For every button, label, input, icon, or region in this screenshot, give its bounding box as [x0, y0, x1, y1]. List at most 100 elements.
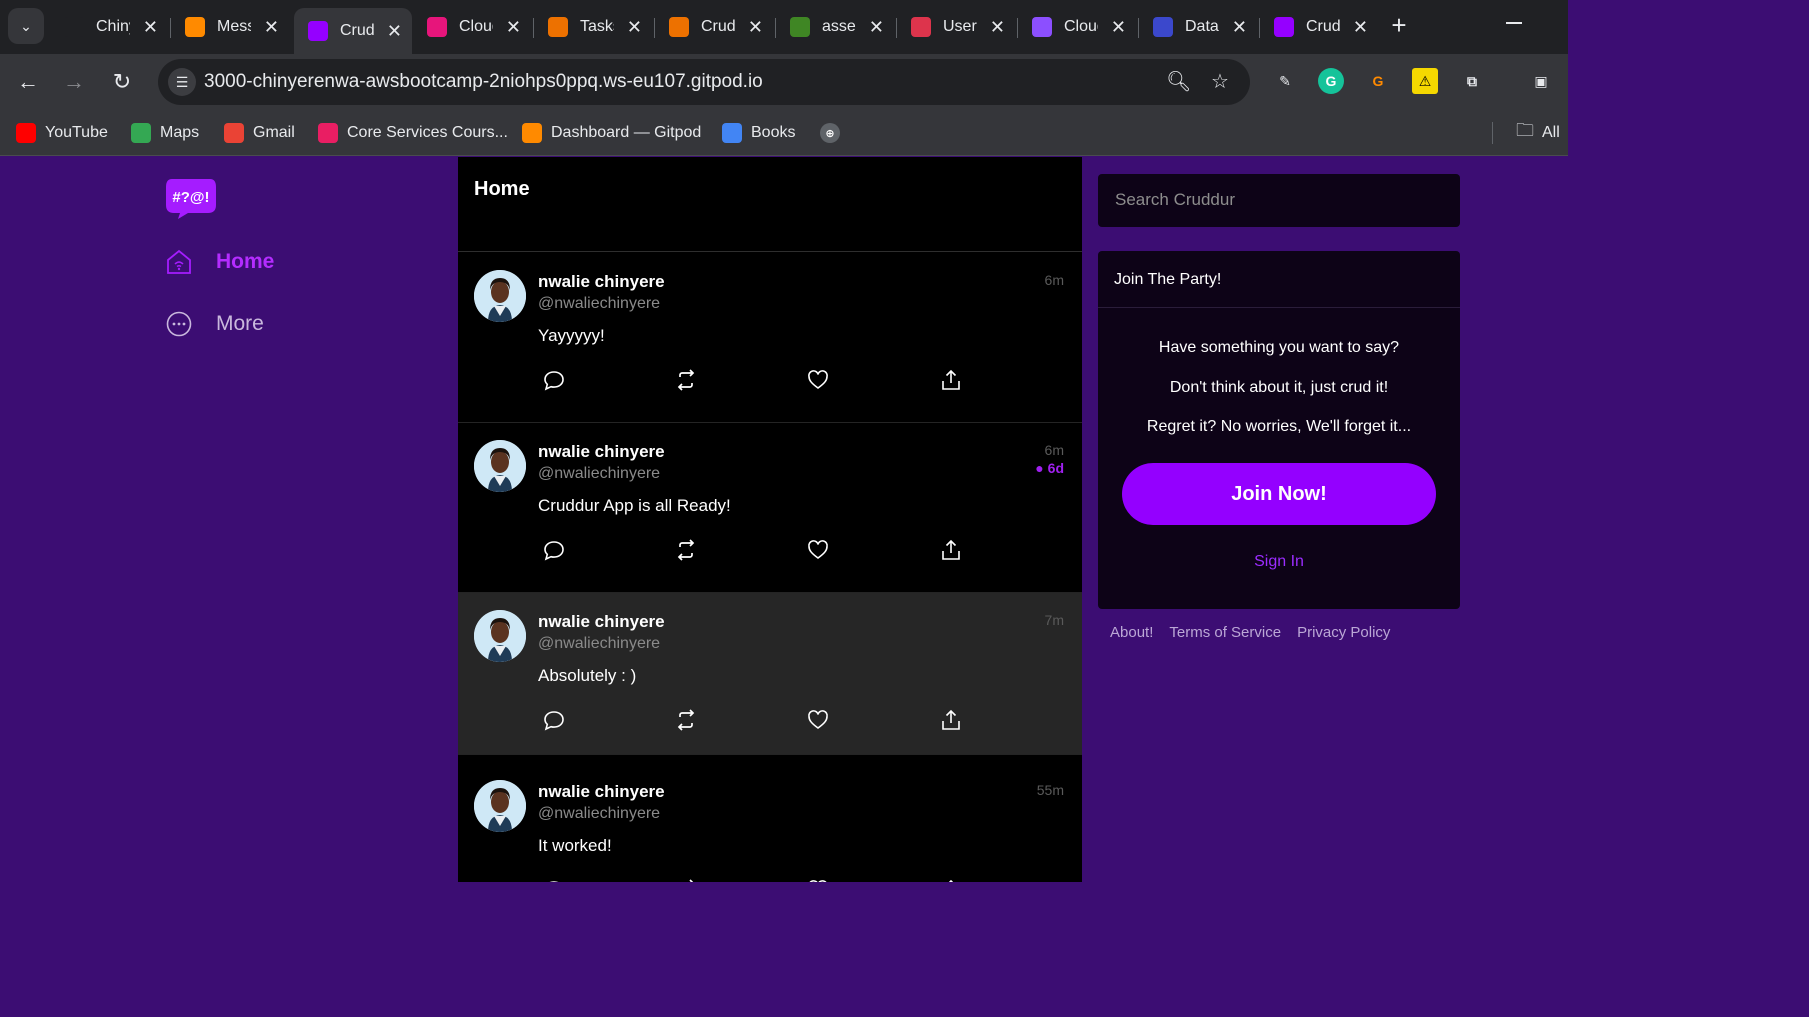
join-line-2: Don't think about it, just crud it! — [1169, 379, 1389, 396]
browser-tab[interactable]: Chinyere ✕ — [50, 8, 168, 46]
about-link[interactable]: About! — [1110, 624, 1153, 641]
gitpod-icon — [522, 123, 542, 143]
privacy-link[interactable]: Privacy Policy — [1297, 624, 1390, 641]
browser-tab[interactable]: Cruddur ✕ — [294, 8, 412, 54]
side-panel-icon[interactable]: ▣ — [1528, 68, 1554, 94]
tab-search-button[interactable]: ⌄ — [8, 8, 44, 44]
close-icon[interactable]: ✕ — [143, 17, 158, 38]
cruddur-logo[interactable]: #?@! — [166, 177, 216, 219]
minimize-button[interactable] — [1506, 22, 1522, 24]
reply-icon[interactable] — [543, 709, 565, 731]
bookmark-item[interactable]: Dashboard — Gitpod — [522, 120, 701, 146]
avatar[interactable] — [474, 440, 526, 492]
nav-more[interactable]: More — [166, 311, 264, 337]
user-handle[interactable]: @nwaliechinyere — [538, 465, 660, 483]
join-now-button[interactable]: Join Now! — [1122, 463, 1436, 525]
grammarly-icon[interactable]: G — [1318, 68, 1344, 94]
browser-tab[interactable]: Messages ✕ — [171, 8, 289, 46]
join-title: Join The Party! — [1098, 251, 1460, 308]
folder-icon: 🗀 — [1516, 120, 1534, 140]
extension-warning-icon[interactable]: ⚠ — [1412, 68, 1438, 94]
browser-tab[interactable]: CloudFront ✕ — [1018, 8, 1136, 46]
reply-icon[interactable] — [543, 369, 565, 391]
extensions-icon[interactable]: ⧉ — [1459, 68, 1485, 94]
avatar[interactable] — [474, 780, 526, 832]
site-settings-icon[interactable]: ☰ — [168, 68, 196, 96]
nav-home[interactable]: Home — [166, 249, 274, 275]
share-icon[interactable] — [940, 709, 962, 731]
close-icon[interactable]: ✕ — [869, 17, 884, 38]
reply-icon[interactable] — [543, 539, 565, 561]
bookmark-star-icon[interactable]: ☆ — [1208, 70, 1232, 94]
reply-icon[interactable] — [543, 879, 565, 882]
heart-icon[interactable] — [807, 709, 829, 731]
activity-actions — [538, 879, 978, 882]
display-name[interactable]: nwalie chinyere — [538, 782, 665, 802]
bookmark-item[interactable]: Core Services Cours... — [318, 120, 508, 146]
display-name[interactable]: nwalie chinyere — [538, 272, 665, 292]
display-name[interactable]: nwalie chinyere — [538, 612, 665, 632]
heart-icon[interactable] — [807, 369, 829, 391]
browser-tab[interactable]: Users ✕ — [897, 8, 1015, 46]
bookmark-item[interactable]: Gmail — [224, 120, 295, 146]
browser-tab[interactable]: Tasks ✕ — [534, 8, 652, 46]
repost-icon[interactable] — [675, 709, 697, 731]
address-bar[interactable]: ☰ 3000-chinyerenwa-awsbootcamp-2niohps0p… — [158, 59, 1250, 105]
reload-button[interactable]: ↻ — [108, 68, 136, 96]
user-handle[interactable]: @nwaliechinyere — [538, 635, 660, 653]
browser-tab[interactable]: Cruddur ✕ — [1260, 8, 1378, 46]
new-tab-button[interactable]: + — [1386, 12, 1412, 38]
avatar[interactable] — [474, 270, 526, 322]
share-icon[interactable] — [940, 879, 962, 882]
close-icon[interactable]: ✕ — [1232, 17, 1247, 38]
cruddur-page: #?@! Home More Home nwalie chinyere @nwal… — [0, 157, 1568, 882]
bookmark-item[interactable]: YouTube — [16, 120, 108, 146]
activity-item[interactable]: nwalie chinyere @nwaliechinyere 55m It work… — [458, 763, 1082, 882]
tab-label: Databases — [1185, 18, 1219, 35]
close-icon[interactable]: ✕ — [990, 17, 1005, 38]
bookmark-item[interactable]: Maps — [131, 120, 199, 146]
browser-tab[interactable]: Databases ✕ — [1139, 8, 1257, 46]
repost-icon[interactable] — [675, 879, 697, 882]
repost-icon[interactable] — [675, 539, 697, 561]
repost-icon[interactable] — [675, 369, 697, 391]
forward-button[interactable]: → — [60, 68, 88, 96]
close-icon[interactable]: ✕ — [1111, 17, 1126, 38]
browser-tab[interactable]: assets ✕ — [776, 8, 894, 46]
share-icon[interactable] — [940, 369, 962, 391]
activity-feed: Home nwalie chinyere @nwaliechinyere 6m Yay… — [458, 157, 1082, 882]
browser-tab[interactable]: CloudWatch ✕ — [413, 8, 531, 46]
share-icon[interactable] — [940, 539, 962, 561]
close-icon[interactable]: ✕ — [387, 21, 402, 42]
close-icon[interactable]: ✕ — [1353, 17, 1368, 38]
eyedropper-icon[interactable]: ✎ — [1272, 68, 1298, 94]
user-handle[interactable]: @nwaliechinyere — [538, 295, 660, 313]
activity-item[interactable]: nwalie chinyere @nwaliechinyere 6m Yayyyyy! — [458, 253, 1082, 423]
close-icon[interactable]: ✕ — [748, 17, 763, 38]
heart-icon[interactable] — [807, 879, 829, 882]
activity-item[interactable]: nwalie chinyere @nwaliechinyere 7m Absolute… — [458, 593, 1082, 755]
all-bookmarks[interactable]: 🗀 All — [1516, 120, 1560, 146]
user-handle[interactable]: @nwaliechinyere — [538, 805, 660, 823]
back-button[interactable]: ← — [14, 68, 42, 96]
globe-icon: ⊕ — [820, 123, 840, 143]
search-input[interactable]: Search Cruddur — [1098, 174, 1460, 227]
activity-item[interactable]: nwalie chinyere @nwaliechinyere 6m Cruddur … — [458, 423, 1082, 593]
bookmark-item[interactable]: Books — [722, 120, 795, 146]
close-icon[interactable]: ✕ — [627, 17, 642, 38]
created-time: 6m — [1044, 272, 1064, 288]
globe-bookmark[interactable]: ⊕ — [820, 120, 849, 146]
activity-actions — [538, 709, 978, 733]
heart-icon[interactable] — [807, 539, 829, 561]
zoom-icon[interactable]: 🔍︎ — [1166, 70, 1191, 94]
gitpod-extension-icon[interactable]: G — [1365, 68, 1391, 94]
browser-tab[interactable]: Cruddur ✕ — [655, 8, 773, 46]
close-icon[interactable]: ✕ — [506, 17, 521, 38]
sign-in-link[interactable]: Sign In — [1098, 553, 1460, 571]
expires-badge: ● 6d — [1035, 460, 1064, 476]
display-name[interactable]: nwalie chinyere — [538, 442, 665, 462]
avatar[interactable] — [474, 610, 526, 662]
close-icon[interactable]: ✕ — [264, 17, 279, 38]
terms-link[interactable]: Terms of Service — [1169, 624, 1281, 641]
tab-label: CloudWatch — [459, 18, 493, 35]
